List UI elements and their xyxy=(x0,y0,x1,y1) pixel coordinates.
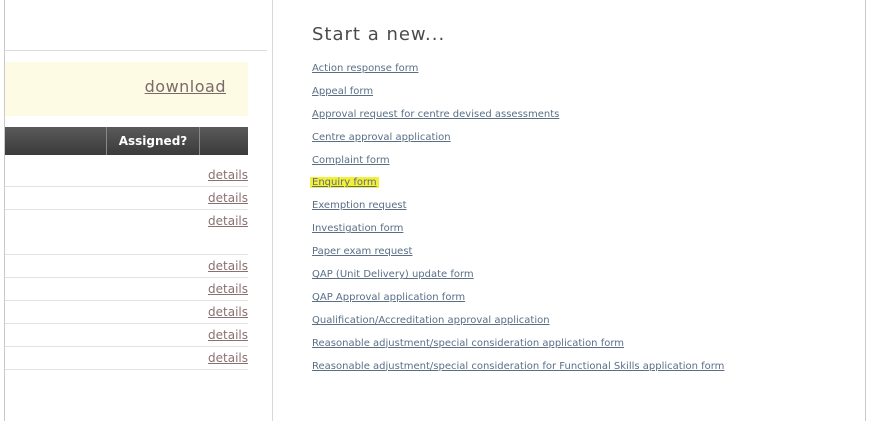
link-appeal-form[interactable]: Appeal form xyxy=(312,85,724,108)
download-bar: download xyxy=(5,62,248,116)
panel-divider xyxy=(272,0,273,421)
table-header: Assigned? xyxy=(5,127,248,155)
table-row: details xyxy=(5,324,248,347)
table-row: details xyxy=(5,164,248,187)
link-investigation-form[interactable]: Investigation form xyxy=(312,222,724,245)
table-body: details details details details details … xyxy=(5,164,248,370)
link-exemption-request[interactable]: Exemption request xyxy=(312,199,724,222)
link-approval-request-centre-devised[interactable]: Approval request for centre devised asse… xyxy=(312,108,724,131)
top-strip xyxy=(5,0,267,51)
link-paper-exam-request[interactable]: Paper exam request xyxy=(312,245,724,268)
link-qap-approval-application[interactable]: QAP Approval application form xyxy=(312,291,724,314)
link-reasonable-adjustment-form[interactable]: Reasonable adjustment/special considerat… xyxy=(312,337,724,360)
link-reasonable-adjustment-functional-skills[interactable]: Reasonable adjustment/special considerat… xyxy=(312,360,724,383)
start-new-title: Start a new... xyxy=(312,24,446,45)
details-link[interactable]: details xyxy=(208,282,248,296)
table-row: details xyxy=(5,187,248,210)
link-qualification-accreditation-approval[interactable]: Qualification/Accreditation approval app… xyxy=(312,314,724,337)
link-action-response-form[interactable]: Action response form xyxy=(312,62,724,85)
details-link[interactable]: details xyxy=(208,191,248,205)
link-centre-approval-application[interactable]: Centre approval application xyxy=(312,131,724,154)
link-complaint-form[interactable]: Complaint form xyxy=(312,154,724,177)
link-qap-unit-delivery-update[interactable]: QAP (Unit Delivery) update form xyxy=(312,268,724,291)
left-panel: download Assigned? details details detai… xyxy=(5,0,267,421)
form-links-list: Action response form Appeal form Approva… xyxy=(310,62,724,383)
details-link[interactable]: details xyxy=(208,351,248,365)
table-row: details xyxy=(5,347,248,370)
header-assigned: Assigned? xyxy=(106,127,200,155)
frame-right-border xyxy=(865,0,866,421)
link-enquiry-form[interactable]: Enquiry form xyxy=(310,176,724,199)
details-link[interactable]: details xyxy=(208,259,248,273)
table-row: details xyxy=(5,210,248,255)
details-link[interactable]: details xyxy=(208,305,248,319)
table-row: details xyxy=(5,301,248,324)
details-link[interactable]: details xyxy=(208,214,248,228)
table-row: details xyxy=(5,255,248,278)
details-link[interactable]: details xyxy=(208,328,248,342)
table-row: details xyxy=(5,278,248,301)
details-link[interactable]: details xyxy=(208,168,248,182)
download-link[interactable]: download xyxy=(145,77,226,96)
highlighted-link-text: Enquiry form xyxy=(310,177,379,189)
